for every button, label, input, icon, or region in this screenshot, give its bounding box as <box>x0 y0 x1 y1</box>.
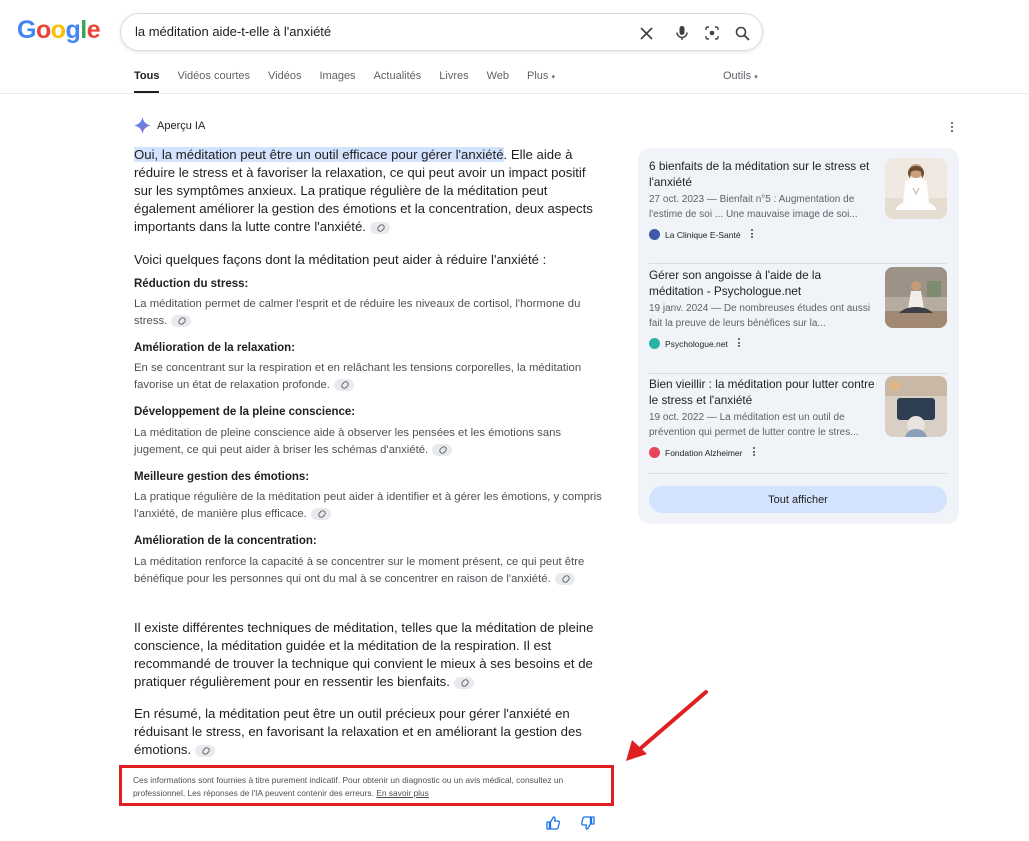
chevron-down-icon: ▾ <box>551 74 556 81</box>
source-divider <box>649 473 947 474</box>
more-options-icon[interactable] <box>750 229 754 240</box>
tools-button[interactable]: Outils ▾ <box>723 70 758 82</box>
item-heading: Développement de la pleine conscience: <box>134 406 356 418</box>
ai-paragraph-summary: En résumé, la méditation peut être un ou… <box>134 706 582 757</box>
source-title[interactable]: Bien vieillir : la méditation pour lutte… <box>649 377 877 408</box>
link-icon[interactable] <box>369 221 390 234</box>
link-icon[interactable] <box>453 676 474 689</box>
source-thumbnail[interactable] <box>885 267 947 328</box>
search-tabs: Tous Vidéos courtes Vidéos Images Actual… <box>134 70 573 93</box>
item-text: La pratique régulière de la méditation p… <box>134 491 602 520</box>
highlighted-answer: Oui, la méditation peut être un outil ef… <box>134 147 504 162</box>
learn-more-link[interactable]: En savoir plus <box>376 788 429 798</box>
source-card[interactable]: 6 bienfaits de la méditation sur le stre… <box>649 158 947 254</box>
search-icon[interactable] <box>732 23 752 43</box>
source-divider <box>649 373 947 374</box>
search-bar[interactable]: la méditation aide-t-elle à l'anxiété <box>120 13 763 51</box>
site-favicon-icon <box>649 338 660 349</box>
source-site: Psychologue.net <box>649 338 741 349</box>
item-heading: Amélioration de la relaxation: <box>134 342 296 354</box>
tab-plus[interactable]: Plus ▾ <box>527 70 555 93</box>
google-logo[interactable]: Google <box>17 16 101 45</box>
tab-tous[interactable]: Tous <box>134 70 160 93</box>
source-snippet: 19 janv. 2024 — De nombreuses études ont… <box>649 303 871 329</box>
ai-intro-paragraph: Oui, la méditation peut être un outil ef… <box>134 147 593 234</box>
source-site: Fondation Alzheimer <box>649 447 756 458</box>
show-all-button[interactable]: Tout afficher <box>649 486 947 513</box>
link-icon[interactable] <box>554 572 575 585</box>
ai-paragraph-techniques: Il existe différentes techniques de médi… <box>134 620 594 689</box>
source-snippet: 19 oct. 2022 — La méditation est un outi… <box>649 412 859 438</box>
source-divider <box>649 263 947 264</box>
sparkle-icon <box>134 117 151 134</box>
annotation-arrow-icon <box>626 690 708 761</box>
item-text: La méditation permet de calmer l'esprit … <box>134 298 581 327</box>
link-icon[interactable] <box>432 443 453 456</box>
thumbs-up-icon[interactable] <box>545 815 561 831</box>
tab-videos-courtes[interactable]: Vidéos courtes <box>177 70 250 93</box>
ai-lead-text: Voici quelques façons dont la méditation… <box>134 252 547 267</box>
tab-images[interactable]: Images <box>319 70 355 93</box>
source-title[interactable]: Gérer son angoisse à l'aide de la médita… <box>649 268 877 299</box>
more-options-icon[interactable] <box>752 447 756 458</box>
search-input[interactable]: la méditation aide-t-elle à l'anxiété <box>135 24 331 39</box>
item-text: En se concentrant sur la respiration et … <box>134 362 582 391</box>
link-icon[interactable] <box>171 314 192 327</box>
item-heading: Réduction du stress: <box>134 278 249 290</box>
microphone-icon[interactable] <box>672 23 692 43</box>
source-title[interactable]: 6 bienfaits de la méditation sur le stre… <box>649 159 877 190</box>
source-card[interactable]: Gérer son angoisse à l'aide de la médita… <box>649 267 947 363</box>
source-card[interactable]: Bien vieillir : la méditation pour lutte… <box>649 376 947 472</box>
tab-actualites[interactable]: Actualités <box>374 70 422 93</box>
more-options-icon[interactable] <box>737 338 741 349</box>
more-options-icon[interactable] <box>947 120 957 134</box>
thumbs-down-icon[interactable] <box>580 815 596 831</box>
tab-livres[interactable]: Livres <box>439 70 468 93</box>
chevron-down-icon: ▾ <box>754 74 758 81</box>
source-thumbnail[interactable] <box>885 158 947 219</box>
clear-icon[interactable] <box>636 23 656 43</box>
link-icon[interactable] <box>195 744 216 757</box>
lens-icon[interactable] <box>702 23 722 43</box>
source-site: La Clinique E-Santé <box>649 229 754 240</box>
tab-videos[interactable]: Vidéos <box>268 70 301 93</box>
sources-panel: 6 bienfaits de la méditation sur le stre… <box>638 148 959 524</box>
site-favicon-icon <box>649 229 660 240</box>
site-favicon-icon <box>649 447 660 458</box>
item-heading: Amélioration de la concentration: <box>134 535 317 547</box>
item-text: La méditation renforce la capacité à se … <box>134 556 585 585</box>
item-heading: Meilleure gestion des émotions: <box>134 471 310 483</box>
header-divider <box>0 93 1029 94</box>
ai-disclaimer: Ces informations sont fournies à titre p… <box>119 765 614 806</box>
tab-web[interactable]: Web <box>487 70 509 93</box>
link-icon[interactable] <box>310 507 331 520</box>
ai-overview-label: Aperçu IA <box>157 119 206 132</box>
source-thumbnail[interactable] <box>885 376 947 437</box>
ai-overview-header: Aperçu IA <box>134 117 205 134</box>
link-icon[interactable] <box>333 378 354 391</box>
item-text: La méditation de pleine conscience aide … <box>134 427 562 456</box>
source-snippet: 27 oct. 2023 — Bienfait n°5 : Augmentati… <box>649 194 858 220</box>
